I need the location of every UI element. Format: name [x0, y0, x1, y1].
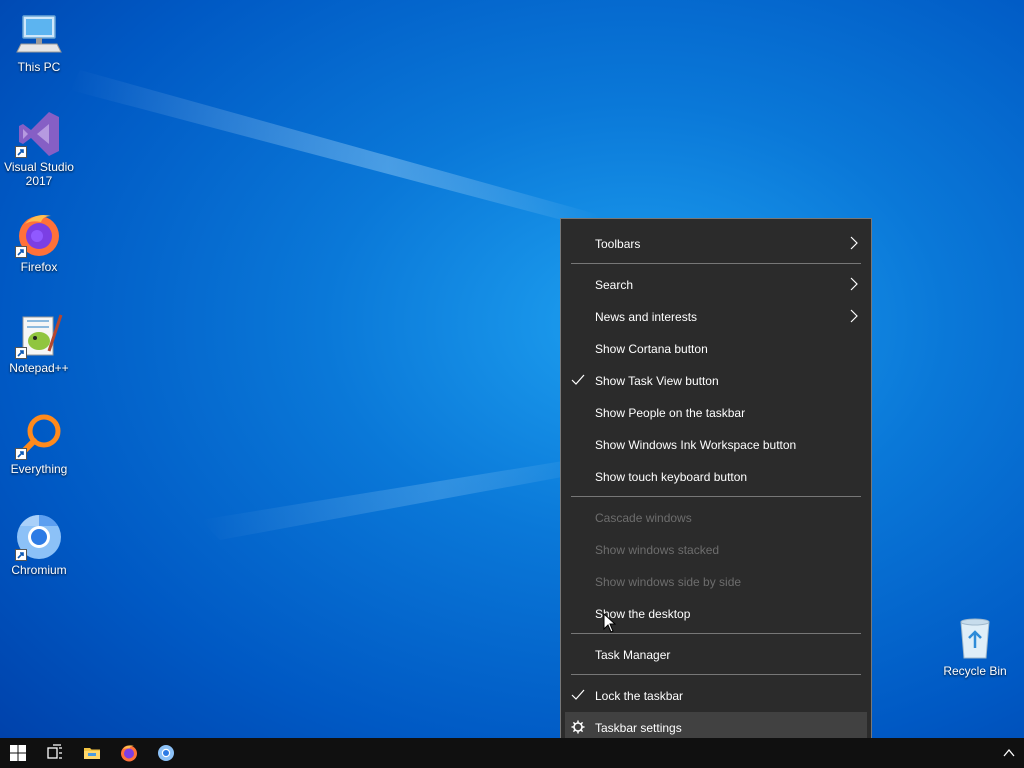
menu-item-label: News and interests [595, 310, 698, 324]
menu-item-label: Show touch keyboard button [595, 470, 748, 484]
desktop-icon-label: Chromium [11, 563, 67, 577]
everything-search-icon [15, 412, 63, 460]
menu-item-label: Search [595, 278, 634, 292]
firefox-taskbar-button[interactable] [111, 738, 148, 768]
menu-item-show-cortana-button[interactable]: Show Cortana button [565, 333, 867, 363]
gear-icon [571, 720, 585, 734]
menu-item-label: Show People on the taskbar [595, 406, 746, 420]
computer-icon [15, 10, 63, 58]
menu-item-show-touch-keyboard[interactable]: Show touch keyboard button [565, 461, 867, 491]
menu-item-lock-the-taskbar[interactable]: Lock the taskbar [565, 680, 867, 710]
menu-item-search[interactable]: Search [565, 269, 867, 299]
menu-item-task-manager[interactable]: Task Manager [565, 639, 867, 669]
start-button[interactable] [0, 738, 37, 768]
task-view-button[interactable] [37, 738, 74, 768]
file-explorer-button[interactable] [74, 738, 111, 768]
menu-item-label: Taskbar settings [595, 721, 682, 735]
menu-item-label: Show windows stacked [595, 543, 720, 557]
firefox-icon [15, 210, 63, 258]
desktop-icon-everything[interactable]: Everything [1, 412, 77, 476]
menu-separator [571, 633, 861, 634]
desktop-icon-firefox[interactable]: Firefox [1, 210, 77, 274]
taskbar[interactable] [0, 738, 1024, 768]
menu-separator [571, 263, 861, 264]
task-view-icon [47, 744, 62, 759]
menu-item-label: Show Windows Ink Workspace button [595, 438, 797, 452]
shortcut-arrow-icon [15, 347, 27, 359]
menu-item-cascade-windows: Cascade windows [565, 502, 867, 532]
chevron-right-icon [850, 236, 858, 250]
chromium-icon [158, 745, 174, 761]
shortcut-arrow-icon [15, 146, 27, 158]
menu-item-show-windows-side-by-side: Show windows side by side [565, 566, 867, 596]
checkmark-icon [571, 689, 585, 700]
menu-item-label: Toolbars [595, 237, 641, 251]
shortcut-arrow-icon [15, 246, 27, 258]
notepadpp-icon [15, 311, 63, 359]
menu-item-label: Lock the taskbar [595, 689, 684, 703]
chromium-icon [15, 513, 63, 561]
menu-separator [571, 496, 861, 497]
checkmark-icon [571, 374, 585, 385]
menu-item-news-and-interests[interactable]: News and interests [565, 301, 867, 331]
recycle-bin-icon [951, 614, 999, 662]
desktop-icon-this-pc[interactable]: This PC [1, 10, 77, 74]
menu-item-label: Task Manager [595, 648, 671, 662]
desktop-icon-visual-studio[interactable]: Visual Studio 2017 [1, 110, 77, 188]
desktop-icon-label: Visual Studio 2017 [4, 160, 74, 188]
mouse-cursor-icon [603, 613, 616, 633]
shortcut-arrow-icon [15, 549, 27, 561]
chevron-right-icon [850, 277, 858, 291]
menu-item-label: Cascade windows [595, 511, 692, 525]
visual-studio-icon [15, 110, 63, 158]
desktop-icon-label: Firefox [20, 260, 58, 274]
menu-item-label: Show windows side by side [595, 575, 742, 589]
menu-item-toolbars[interactable]: Toolbars [565, 228, 867, 258]
taskbar-context-menu: Toolbars Search News and interests Show … [560, 218, 872, 750]
menu-item-show-task-view-button[interactable]: Show Task View button [565, 365, 867, 395]
start-icon [10, 745, 26, 761]
menu-item-show-people[interactable]: Show People on the taskbar [565, 397, 867, 427]
desktop-icon-chromium[interactable]: Chromium [1, 513, 77, 577]
desktop-icon-label: This PC [17, 60, 61, 74]
menu-item-show-windows-stacked: Show windows stacked [565, 534, 867, 564]
menu-item-show-windows-ink[interactable]: Show Windows Ink Workspace button [565, 429, 867, 459]
desktop-icon-label: Recycle Bin [943, 664, 1007, 678]
menu-separator [571, 674, 861, 675]
chromium-taskbar-button[interactable] [148, 738, 185, 768]
desktop-icon-notepadpp[interactable]: Notepad++ [1, 311, 77, 375]
menu-item-label: Show Cortana button [595, 342, 708, 356]
desktop-icon-recycle-bin[interactable]: Recycle Bin [937, 614, 1013, 678]
shortcut-arrow-icon [15, 448, 27, 460]
desktop-icon-label: Everything [10, 462, 68, 476]
file-explorer-icon [84, 748, 100, 759]
chevron-right-icon [850, 309, 858, 323]
desktop-icon-label: Notepad++ [9, 361, 69, 375]
firefox-icon [121, 745, 137, 762]
menu-item-label: Show Task View button [595, 374, 719, 388]
chevron-up-icon[interactable] [1002, 746, 1016, 760]
